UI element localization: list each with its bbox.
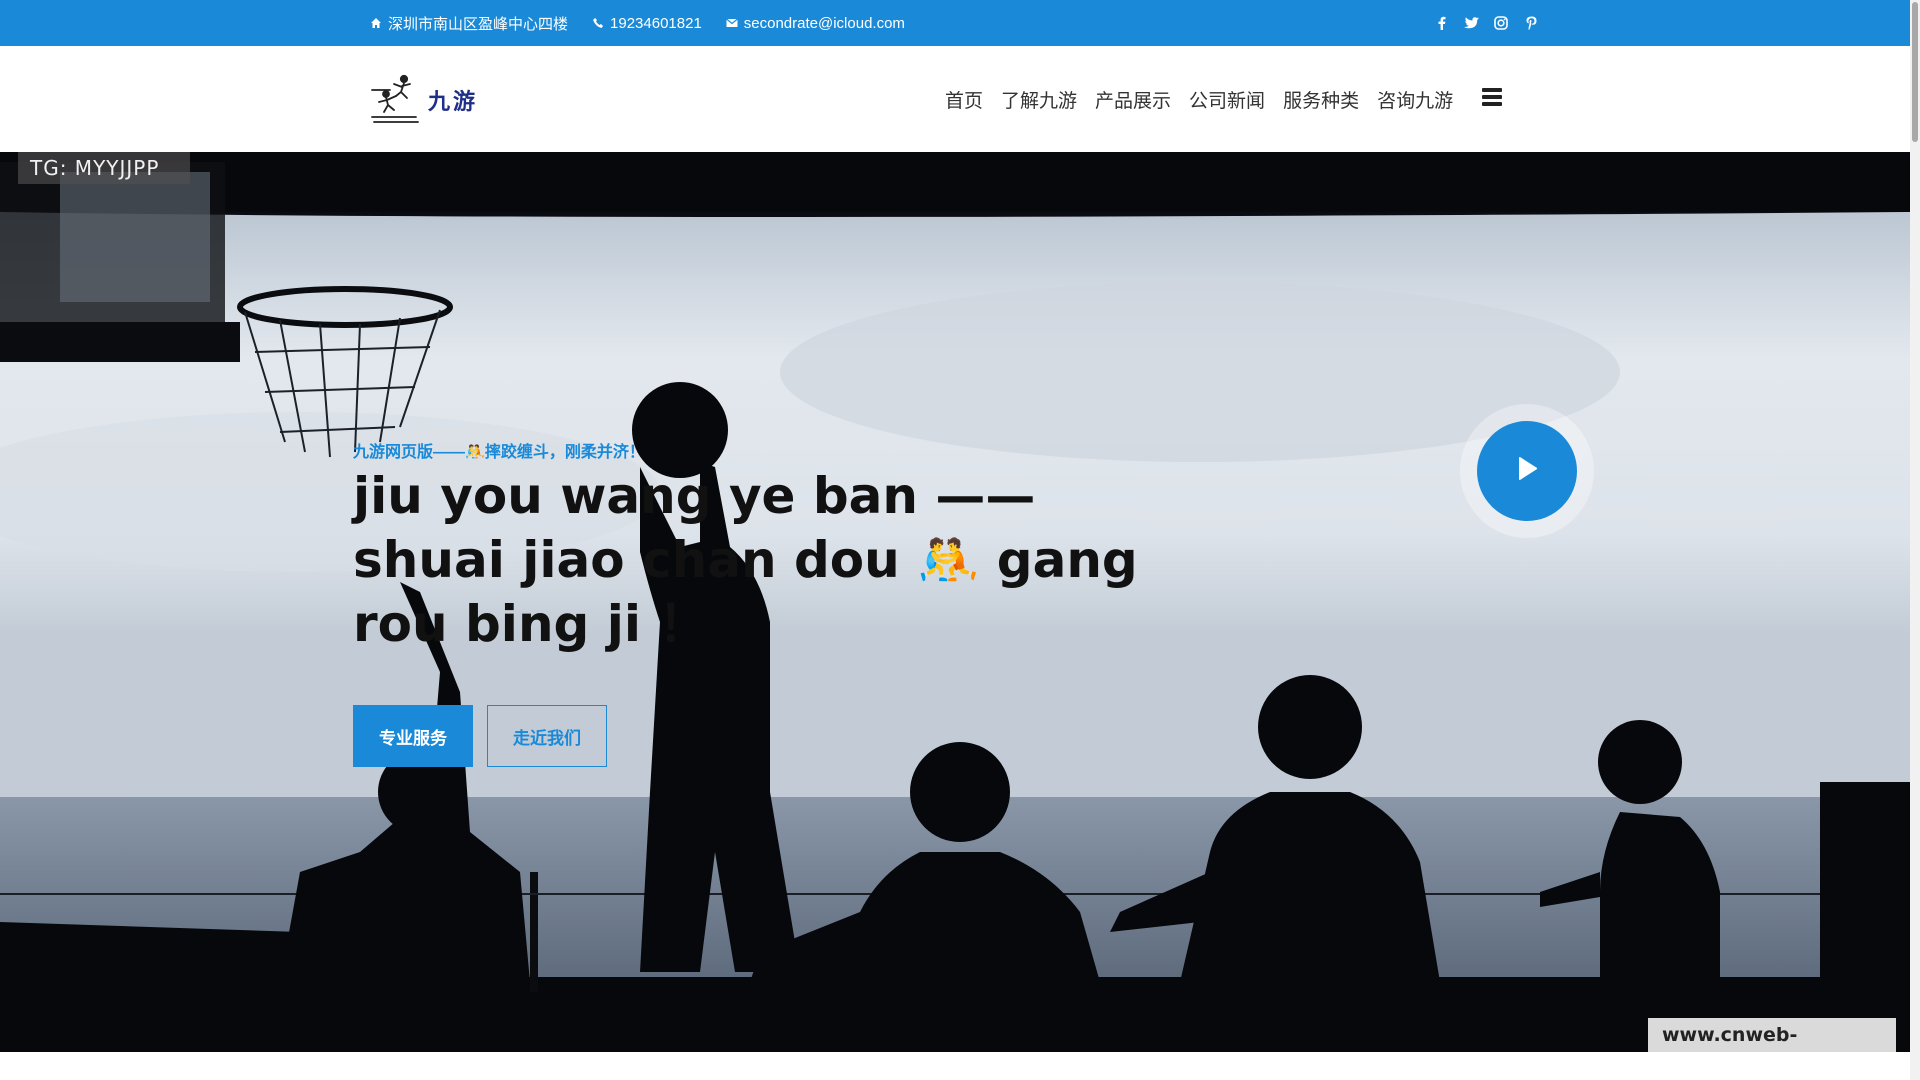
social-links: [1433, 0, 1539, 46]
about-us-button[interactable]: 走近我们: [487, 705, 607, 767]
main-nav: 首页 了解九游 产品展示 公司新闻 服务种类 咨询九游: [945, 46, 1453, 152]
wrestlers-logo-icon: [370, 72, 422, 129]
address-item: 深圳市南山区盈峰中心四楼: [370, 13, 568, 34]
email-text: secondrate@icloud.com: [743, 14, 905, 32]
hero-subtitle: 九游网页版——🤼摔跤缠斗，刚柔并济！: [353, 444, 645, 461]
instagram-icon[interactable]: [1493, 15, 1509, 31]
phone-text: 19234601821: [610, 14, 702, 32]
play-icon: [1515, 456, 1539, 487]
nav-item-about[interactable]: 了解九游: [1001, 86, 1077, 113]
hero-title: jiu you wang ye ban —— shuai jiao chan d…: [353, 467, 1138, 653]
watermark-url: www.cnweb-9you.com: [1648, 1018, 1896, 1052]
mail-icon: [725, 18, 738, 28]
scrollbar-thumb[interactable]: [1912, 2, 1918, 142]
email-item[interactable]: secondrate@icloud.com: [725, 14, 905, 32]
nav-item-home[interactable]: 首页: [945, 86, 983, 113]
nav-item-products[interactable]: 产品展示: [1095, 86, 1171, 113]
home-icon: [370, 17, 382, 29]
page-scrollbar[interactable]: [1910, 0, 1920, 1080]
site-logo[interactable]: 九游: [370, 74, 478, 126]
hero-banner: TG: MYYJJPP www.cnweb-9you.com 九游网页版——🤼摔…: [0, 152, 1910, 1052]
contact-info: 深圳市南山区盈峰中心四楼 19234601821 secondrate@iclo…: [370, 0, 905, 46]
nav-item-news[interactable]: 公司新闻: [1189, 86, 1265, 113]
video-play-ring: [1460, 404, 1594, 538]
nav-item-services[interactable]: 服务种类: [1283, 86, 1359, 113]
professional-service-button[interactable]: 专业服务: [353, 705, 473, 767]
hamburger-menu-icon[interactable]: [1482, 88, 1504, 110]
nav-item-contact[interactable]: 咨询九游: [1377, 86, 1453, 113]
address-text: 深圳市南山区盈峰中心四楼: [388, 15, 569, 33]
facebook-icon[interactable]: [1433, 15, 1449, 31]
twitter-icon[interactable]: [1463, 15, 1479, 31]
hero-buttons: 专业服务 走近我们: [353, 705, 607, 767]
tg-label: TG: MYYJJPP: [18, 152, 190, 184]
phone-icon: [592, 17, 604, 29]
phone-item[interactable]: 19234601821: [592, 15, 702, 32]
site-header: 九游 首页 了解九游 产品展示 公司新闻 服务种类 咨询九游: [0, 46, 1910, 152]
pinterest-icon[interactable]: [1523, 15, 1539, 31]
play-button[interactable]: [1477, 421, 1577, 521]
top-contact-bar: 深圳市南山区盈峰中心四楼 19234601821 secondrate@iclo…: [0, 0, 1910, 46]
logo-text: 九游: [428, 89, 479, 115]
